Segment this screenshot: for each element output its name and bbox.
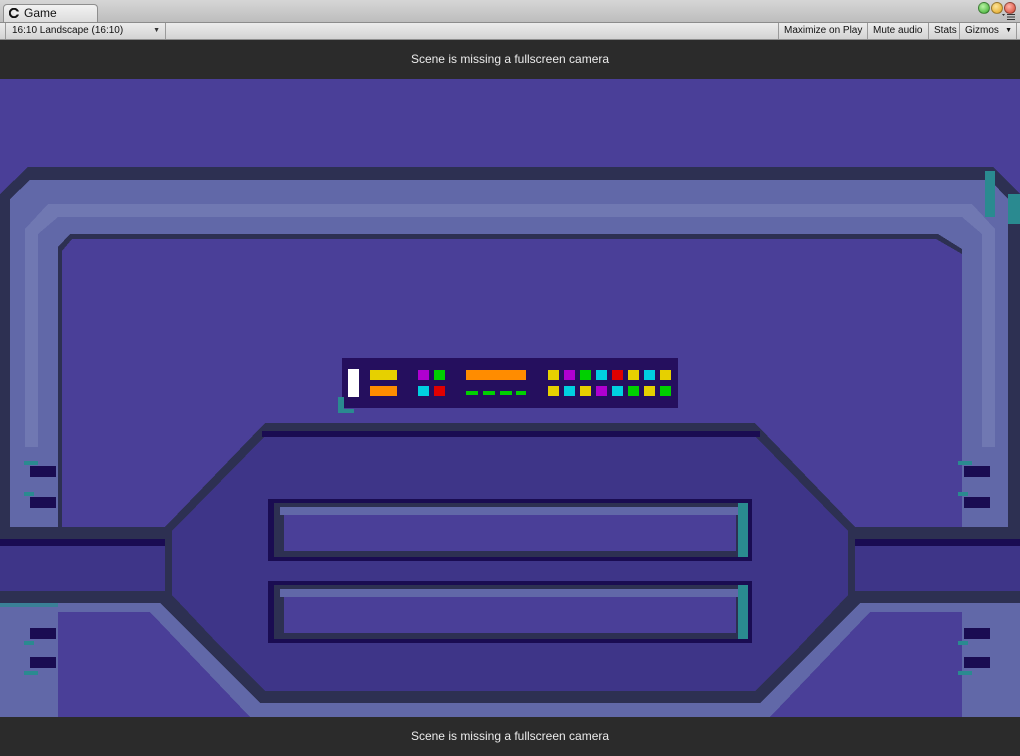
teal-accent <box>985 171 995 217</box>
hud-bar <box>370 386 397 396</box>
hud-cell <box>418 386 429 396</box>
dropdown-arrow-icon: ▼ <box>153 27 160 34</box>
gizmos-label: Gizmos <box>965 25 999 36</box>
hud-cell <box>434 386 445 396</box>
game-controller-icon <box>9 8 19 18</box>
aspect-ratio-dropdown[interactable]: 16:10 Landscape (16:10) ▼ <box>5 23 166 39</box>
game-view-toolbar: 16:10 Landscape (16:10) ▼ Maximize on Pl… <box>0 23 1020 40</box>
teal-accent <box>1008 194 1020 224</box>
upper-bar <box>268 499 752 561</box>
game-tab-label: Game <box>24 6 57 20</box>
dropdown-arrow-icon: ▼ <box>1005 27 1012 34</box>
hud-bar <box>370 370 397 380</box>
missing-camera-message-bottom: Scene is missing a fullscreen camera <box>0 717 1020 756</box>
game-viewport[interactable] <box>0 79 1020 717</box>
missing-camera-message-top: Scene is missing a fullscreen camera <box>0 40 1020 79</box>
aspect-ratio-label: 16:10 Landscape (16:10) <box>12 25 124 36</box>
hud-white-indicator <box>348 369 359 397</box>
hud-cell <box>434 370 445 380</box>
tab-menu-icon[interactable] <box>1002 13 1016 21</box>
central-hex-body <box>172 431 848 699</box>
zoom-window-button[interactable] <box>978 2 990 14</box>
hud-status-panel <box>338 358 678 413</box>
window-tab-bar: Game <box>0 0 1020 23</box>
game-scene <box>0 79 1020 717</box>
maximize-on-play-toggle[interactable]: Maximize on Play <box>778 23 867 39</box>
stats-toggle[interactable]: Stats <box>928 23 959 39</box>
hud-bar <box>466 370 526 380</box>
game-tab[interactable]: Game <box>3 4 98 22</box>
hud-cell <box>418 370 429 380</box>
gizmos-dropdown[interactable]: Gizmos ▼ <box>959 23 1017 39</box>
mute-audio-toggle[interactable]: Mute audio <box>867 23 928 39</box>
central-hex-top-line <box>262 431 760 437</box>
lower-bar <box>268 581 752 643</box>
